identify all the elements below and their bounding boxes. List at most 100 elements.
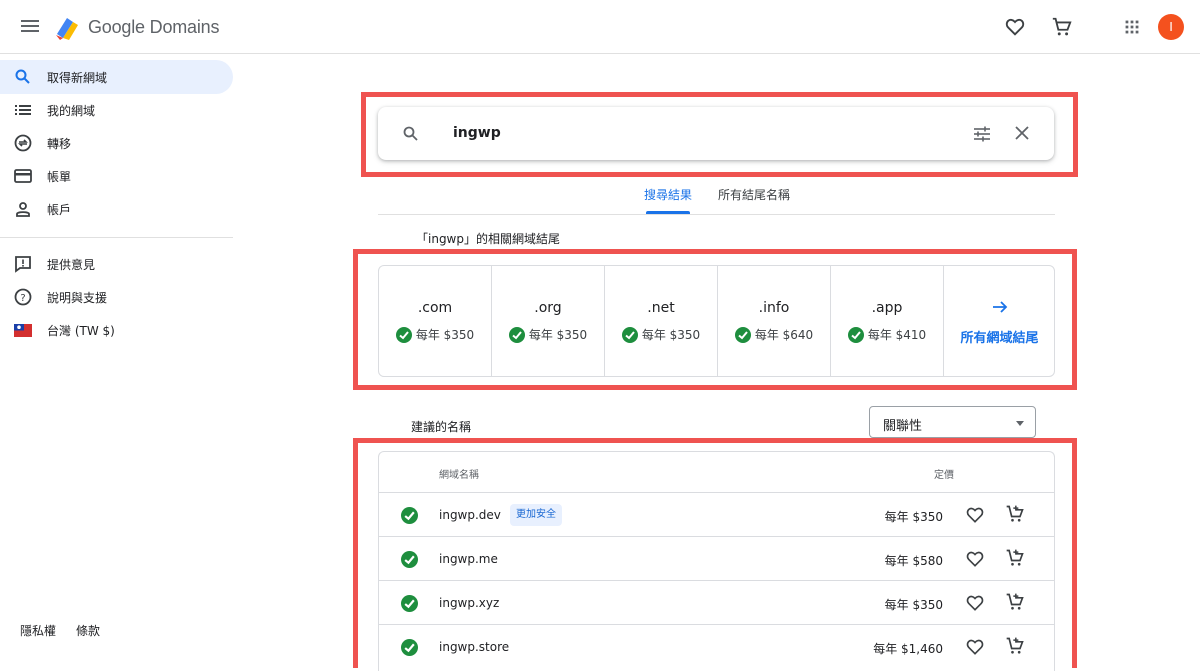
add-to-cart-icon[interactable]	[1005, 548, 1025, 568]
sidebar-item-get-domain[interactable]: 取得新網域	[0, 60, 233, 94]
filter-tune-icon[interactable]	[972, 124, 992, 144]
search-bar: ingwp	[378, 107, 1054, 160]
active-tab-indicator	[646, 211, 690, 214]
sidebar-item-label: 轉移	[47, 137, 72, 151]
sidebar-item-billing[interactable]: 帳單	[0, 159, 233, 193]
clear-search-icon[interactable]	[1014, 125, 1030, 141]
help-icon: ?	[14, 288, 32, 306]
domain-name: ingwp.me	[439, 552, 498, 566]
feedback-icon	[15, 256, 31, 273]
sidebar: 取得新網域 我的網域 轉移 帳單 帳戶 提供意見 ? 說明與支援 台灣 (TW …	[0, 54, 240, 658]
price-label: 每年 $640	[754, 328, 814, 342]
tld-name: .net	[647, 300, 675, 316]
google-domains-logo	[56, 18, 78, 40]
privacy-link[interactable]: 隱私權	[20, 622, 56, 639]
sidebar-item-region[interactable]: 台灣 (TW $)	[0, 313, 233, 347]
tld-price: 每年 $640	[718, 326, 830, 343]
sidebar-item-my-domains[interactable]: 我的網域	[0, 93, 233, 127]
tld-name: .info	[758, 300, 790, 316]
sidebar-item-label: 提供意見	[47, 258, 96, 272]
sort-dropdown[interactable]: 關聯性	[869, 406, 1036, 438]
security-badge: 更加安全	[510, 504, 562, 526]
add-to-cart-icon[interactable]	[1005, 504, 1025, 524]
sidebar-item-label: 帳單	[47, 170, 72, 184]
available-check-icon	[401, 595, 418, 612]
all-tlds-link[interactable]: 所有網域結尾	[944, 266, 1055, 376]
taiwan-flag-icon	[14, 324, 32, 337]
suggestions-table: 網域名稱 定價 ingwp.dev 更加安全 每年 $350 ingwp.me …	[378, 451, 1055, 671]
favorite-heart-icon[interactable]	[965, 637, 985, 657]
terms-link[interactable]: 條款	[76, 622, 100, 639]
domain-price: 每年 $580	[884, 554, 943, 568]
tab-search-results[interactable]: 搜尋結果	[644, 186, 692, 203]
sidebar-item-label: 台灣 (TW $)	[47, 324, 115, 338]
tld-name: .app	[871, 300, 903, 316]
list-icon	[15, 105, 31, 115]
search-icon	[403, 126, 418, 141]
sidebar-item-label: 我的網域	[47, 104, 96, 118]
available-check-icon	[847, 327, 864, 343]
available-check-icon	[621, 327, 638, 343]
sidebar-item-label: 取得新網域	[47, 71, 108, 85]
favorite-heart-icon[interactable]	[965, 549, 985, 569]
svg-text:?: ?	[20, 293, 25, 304]
tld-price: 每年 $350	[605, 326, 717, 343]
price-label: 每年 $350	[641, 328, 701, 342]
sort-selected-value: 關聯性	[883, 419, 923, 434]
available-check-icon	[508, 327, 525, 343]
domain-price: 每年 $1,460	[873, 642, 943, 656]
suggestions-title: 建議的名稱	[411, 420, 472, 434]
sidebar-item-account[interactable]: 帳戶	[0, 192, 233, 226]
top-app-bar: Google Domains I	[0, 0, 1200, 54]
tabs-divider	[378, 214, 1055, 215]
tld-option-net[interactable]: .net 每年 $350	[605, 266, 718, 376]
domain-name: ingwp.xyz	[439, 596, 500, 610]
domain-price: 每年 $350	[884, 510, 943, 524]
add-to-cart-icon[interactable]	[1005, 636, 1025, 656]
table-row[interactable]: ingwp.store 每年 $1,460	[379, 624, 1054, 668]
available-check-icon	[401, 507, 418, 524]
person-icon	[16, 202, 30, 217]
available-check-icon	[401, 639, 418, 656]
sidebar-item-feedback[interactable]: 提供意見	[0, 247, 233, 281]
tld-section-title: 「ingwp」的相關網域結尾	[416, 232, 560, 246]
account-avatar[interactable]: I	[1158, 14, 1184, 40]
tld-name: .com	[417, 300, 453, 316]
apps-grid-icon[interactable]	[1121, 16, 1143, 38]
domain-name: ingwp.dev	[439, 508, 501, 522]
column-header-domain: 網域名稱	[439, 470, 479, 481]
favorite-heart-icon[interactable]	[965, 593, 985, 613]
tld-card: .com 每年 $350 .org 每年 $350 .net 每年 $350 .…	[378, 265, 1055, 377]
tab-all-endings[interactable]: 所有結尾名稱	[718, 186, 790, 203]
sidebar-item-help[interactable]: ? 說明與支援	[0, 280, 233, 314]
table-row[interactable]: ingwp.dev 更加安全 每年 $350	[379, 492, 1054, 536]
tld-option-info[interactable]: .info 每年 $640	[718, 266, 831, 376]
all-tlds-label: 所有網域結尾	[960, 331, 1039, 346]
tld-price: 每年 $410	[831, 326, 943, 343]
arrow-forward-icon	[944, 298, 1055, 320]
sidebar-item-label: 說明與支援	[47, 291, 108, 305]
shopping-cart-icon[interactable]	[1051, 16, 1073, 38]
sidebar-item-transfer[interactable]: 轉移	[0, 126, 233, 160]
available-check-icon	[395, 327, 412, 343]
tld-option-org[interactable]: .org 每年 $350	[492, 266, 605, 376]
favorites-heart-icon[interactable]	[1004, 16, 1026, 38]
domain-price: 每年 $350	[884, 598, 943, 612]
favorite-heart-icon[interactable]	[965, 505, 985, 525]
price-label: 每年 $350	[415, 328, 475, 342]
tld-option-com[interactable]: .com 每年 $350	[379, 266, 492, 376]
tld-option-app[interactable]: .app 每年 $410	[831, 266, 944, 376]
search-input[interactable]: ingwp	[453, 125, 501, 141]
price-label: 每年 $350	[528, 328, 588, 342]
table-row[interactable]: ingwp.xyz 每年 $350	[379, 580, 1054, 624]
credit-card-icon	[14, 169, 32, 183]
menu-icon[interactable]	[20, 17, 40, 37]
dropdown-caret-icon	[1016, 421, 1024, 426]
column-header-price: 定價	[934, 470, 954, 481]
tld-price: 每年 $350	[379, 326, 491, 343]
tld-price: 每年 $350	[492, 326, 604, 343]
tld-name: .org	[534, 300, 562, 316]
add-to-cart-icon[interactable]	[1005, 592, 1025, 612]
table-row[interactable]: ingwp.me 每年 $580	[379, 536, 1054, 580]
sidebar-item-label: 帳戶	[47, 203, 72, 217]
